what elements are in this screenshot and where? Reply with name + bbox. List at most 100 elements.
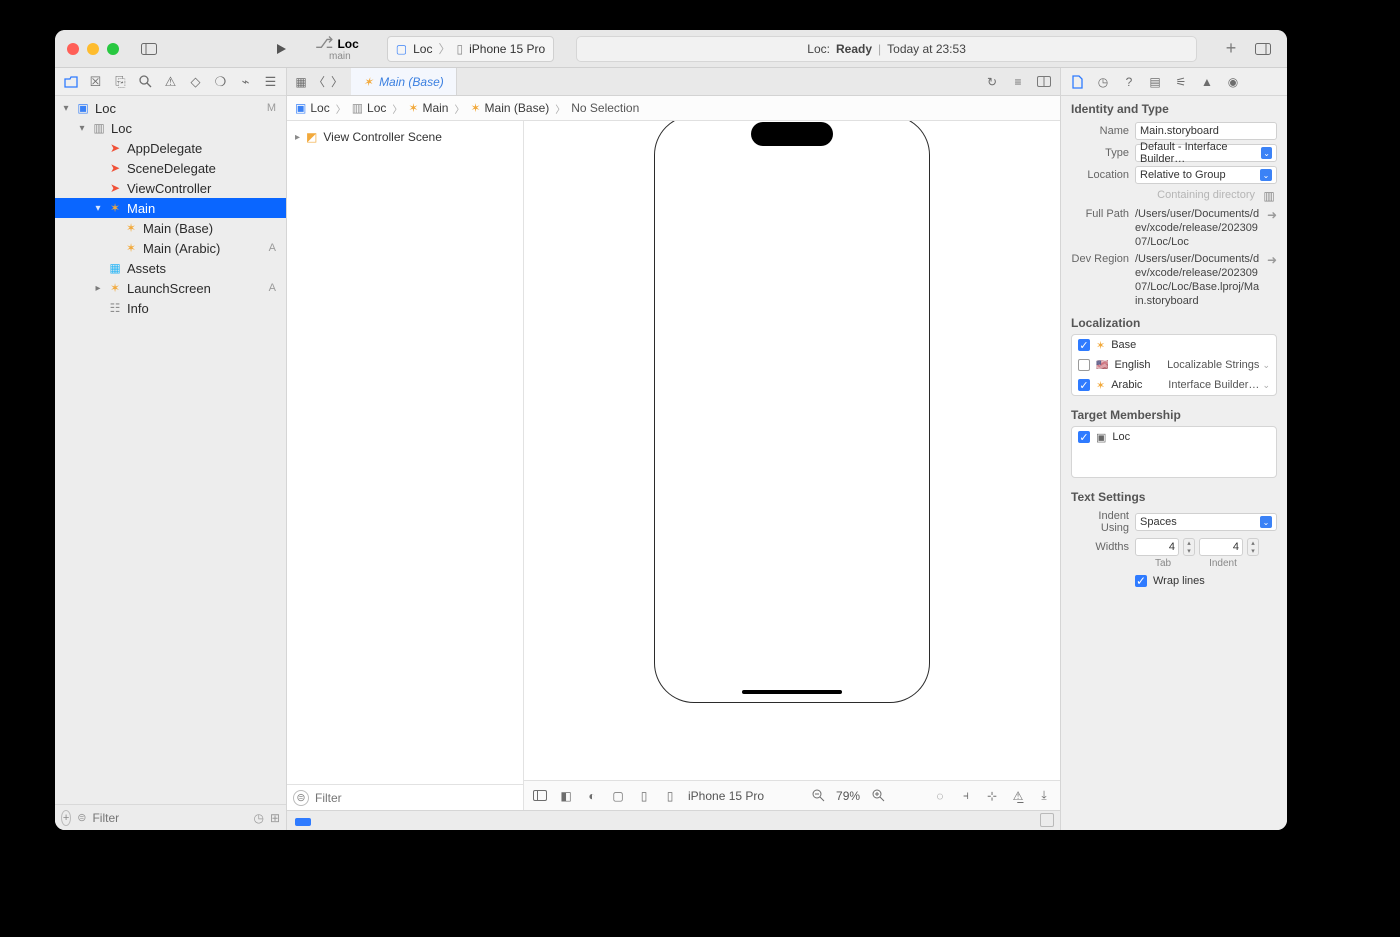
go-back-button[interactable]: 〈 (311, 74, 327, 90)
jumpbar-seg-1[interactable]: Loc (367, 101, 386, 115)
wrap-lines-checkbox[interactable]: ✓ (1135, 575, 1147, 587)
navigator-filter-input[interactable] (92, 811, 247, 825)
navigator-item[interactable]: ➤SceneDelegate (55, 158, 286, 178)
size-inspector-tab[interactable]: ▲ (1199, 74, 1215, 90)
scheme-selector[interactable]: ⎇ Loc main (315, 36, 363, 62)
localization-item[interactable]: 🇺🇸EnglishLocalizable Strings ⌄ (1072, 355, 1276, 375)
localization-item[interactable]: ✓✶Base (1072, 335, 1276, 355)
resolve-issues-button[interactable]: ⚠̲ (1010, 788, 1026, 804)
go-forward-button[interactable]: 〉 (329, 74, 345, 90)
interface-builder-canvas[interactable]: ◧ ◐ ▢ ▯ ▯ iPhone 15 Pro 79% (524, 121, 1060, 810)
attributes-inspector-tab[interactable]: ⚟ (1173, 74, 1189, 90)
file-inspector-tab[interactable] (1069, 74, 1085, 90)
find-navigator-tab[interactable] (138, 74, 153, 90)
localization-item[interactable]: ✓✶ArabicInterface Builder… ⌄ (1072, 375, 1276, 395)
canvas-device-label[interactable]: iPhone 15 Pro (688, 789, 764, 803)
identity-inspector-tab[interactable]: ▤ (1147, 74, 1163, 90)
choose-folder-button[interactable]: ▥ (1261, 188, 1277, 204)
editor-refresh-button[interactable]: ↻ (984, 74, 1000, 90)
navigator-item[interactable]: ▾✶Main (55, 198, 286, 218)
breakpoints-navigator-tab[interactable]: ⌁ (238, 74, 253, 90)
reports-navigator-tab[interactable]: ☰ (263, 74, 278, 90)
toggle-outline-button[interactable] (532, 788, 548, 804)
outline-row-scene[interactable]: ▸ ◩ View Controller Scene (295, 127, 515, 147)
recent-filter-icon[interactable]: ◷ (253, 811, 263, 825)
disclosure-triangle[interactable]: ▾ (93, 203, 103, 214)
disclosure-triangle[interactable]: ▾ (61, 103, 71, 114)
layout-button[interactable]: ▯ (636, 788, 652, 804)
localization-type[interactable]: Interface Builder… ⌄ (1168, 379, 1270, 391)
toggle-navigator-button[interactable] (137, 37, 161, 61)
appearance-button[interactable]: ◐ (584, 788, 600, 804)
navigator-item[interactable]: ☷Info (55, 298, 286, 318)
jumpbar-seg-4[interactable]: No Selection (571, 101, 639, 115)
reveal-fullpath-button[interactable]: ➜ (1267, 208, 1277, 222)
checkbox-icon[interactable]: ✓ (1078, 431, 1090, 443)
scm-filter-icon[interactable]: ⊞ (270, 811, 280, 825)
toggle-inspector-button[interactable] (1251, 37, 1275, 61)
tests-navigator-tab[interactable]: ◇ (188, 74, 203, 90)
jumpbar-seg-2[interactable]: Main (422, 101, 448, 115)
project-navigator-tab[interactable] (63, 74, 78, 90)
editor-options-button[interactable]: ≡ (1010, 74, 1026, 90)
jumpbar-seg-0[interactable]: Loc (310, 101, 329, 115)
indent-using-select[interactable]: Spaces⌄ (1135, 513, 1277, 531)
target-membership-item[interactable]: ✓ ▣ Loc (1072, 427, 1276, 447)
jump-bar[interactable]: ▣ Loc 〉 ▥ Loc 〉 ✶ Main 〉 ✶ Main (Base) 〉… (287, 96, 1060, 121)
minimize-window-button[interactable] (87, 43, 99, 55)
navigator-item[interactable]: ▾▣LocM (55, 98, 286, 118)
reveal-devregion-button[interactable]: ➜ (1267, 253, 1277, 267)
run-button[interactable] (269, 37, 293, 61)
navigator-item[interactable]: ▸✶LaunchScreenA (55, 278, 286, 298)
issues-navigator-tab[interactable]: ⚠ (163, 74, 178, 90)
name-field[interactable]: Main.storyboard (1135, 122, 1277, 140)
jumpbar-seg-3[interactable]: Main (Base) (485, 101, 550, 115)
outline-filter-scope[interactable]: ⊜ (293, 790, 309, 806)
tab-width-field[interactable]: 4 (1135, 538, 1179, 556)
align-button[interactable]: ⫞ (958, 788, 974, 804)
outline-filter-input[interactable] (315, 791, 517, 805)
checkbox-icon[interactable]: ✓ (1078, 339, 1090, 351)
history-inspector-tab[interactable]: ◷ (1095, 74, 1111, 90)
project-navigator-tree[interactable]: ▾▣LocM▾▥Loc➤AppDelegate➤SceneDelegate➤Vi… (55, 96, 286, 804)
orientation-button[interactable]: ▢ (610, 788, 626, 804)
navigator-item[interactable]: ▾▥Loc (55, 118, 286, 138)
filter-scope-icon[interactable]: ⊜ (77, 811, 86, 824)
type-select[interactable]: Default - Interface Builder…⌄ (1135, 144, 1277, 162)
close-window-button[interactable] (67, 43, 79, 55)
debug-navigator-tab[interactable]: ❍ (213, 74, 228, 90)
document-outline[interactable]: ▸ ◩ View Controller Scene (287, 121, 523, 784)
navigator-item[interactable]: ✶Main (Base) (55, 218, 286, 238)
related-items-button[interactable]: ▦ (293, 74, 309, 90)
pin-button[interactable]: ⊹ (984, 788, 1000, 804)
zoom-out-button[interactable] (810, 788, 826, 804)
navigator-item[interactable]: ▦Assets (55, 258, 286, 278)
indent-width-field[interactable]: 4 (1199, 538, 1243, 556)
add-editor-button[interactable] (1036, 74, 1052, 90)
view-as-button[interactable]: ◧ (558, 788, 574, 804)
navigator-item[interactable]: ➤ViewController (55, 178, 286, 198)
device-type-icon[interactable]: ▯ (662, 788, 678, 804)
disclosure-triangle[interactable]: ▾ (77, 123, 87, 134)
navigator-item[interactable]: ➤AppDelegate (55, 138, 286, 158)
zoom-in-button[interactable] (870, 788, 886, 804)
add-file-button[interactable]: + (61, 810, 71, 826)
tab-width-stepper[interactable]: ▴▾ (1183, 538, 1195, 556)
localization-type[interactable]: Localizable Strings ⌄ (1167, 359, 1270, 371)
toggle-debug-area-button[interactable] (1040, 813, 1054, 827)
embed-button[interactable]: ⤓ (1036, 788, 1052, 804)
disclosure-triangle[interactable]: ▸ (93, 283, 103, 294)
bookmarks-navigator-tab[interactable]: ⎘ (113, 74, 128, 90)
update-frames-button[interactable]: ◌ (932, 788, 948, 804)
indent-width-stepper[interactable]: ▴▾ (1247, 538, 1259, 556)
zoom-level-label[interactable]: 79% (836, 789, 860, 803)
library-add-button[interactable]: + (1219, 37, 1243, 61)
checkbox-icon[interactable]: ✓ (1078, 379, 1090, 391)
source-control-navigator-tab[interactable]: ☒ (88, 74, 103, 90)
run-destination-scheme[interactable]: ▢ Loc 〉 ▯ iPhone 15 Pro (387, 36, 554, 62)
zoom-window-button[interactable] (107, 43, 119, 55)
location-select[interactable]: Relative to Group⌄ (1135, 166, 1277, 184)
checkbox-icon[interactable] (1078, 359, 1090, 371)
connections-inspector-tab[interactable]: ◉ (1225, 74, 1241, 90)
editor-tab-main-base[interactable]: ✶ Main (Base) (351, 68, 457, 95)
